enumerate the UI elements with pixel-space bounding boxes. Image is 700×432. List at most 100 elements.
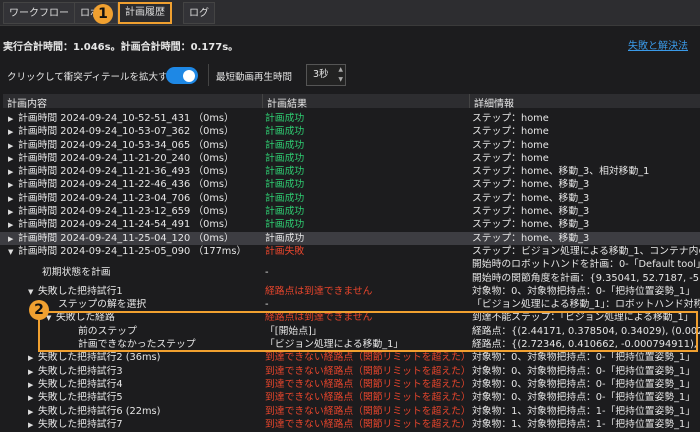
row-label-cell: ▶ 計画時間 2024-09-24_11-25-04_120 （0ms） (8, 232, 234, 246)
table-row[interactable]: ▶ 計画時間 2024-09-24_11-25-04_120 （0ms） 計画成功 ス… (0, 231, 700, 246)
row-label-cell: ▼ 失敗した経路 (46, 311, 115, 325)
tab-plan-history[interactable]: 計画履歴 (118, 2, 172, 24)
min-anim-spinbox[interactable]: 3秒 ▲ ▼ (306, 64, 346, 86)
col-plan-content[interactable]: 計画内容 (7, 95, 47, 110)
row-label-cell: ▶ 計画時間 2024-09-24_11-23-04_706 （0ms） (8, 192, 234, 206)
expand-arrow-icon[interactable]: ▶ (8, 193, 18, 206)
table-row[interactable]: ▶ 計画時間 2024-09-24_10-53-34_065 （0ms） 計画成功 ス… (0, 139, 700, 152)
min-anim-value: 3秒 (313, 69, 329, 80)
table-row[interactable]: ▶ 計画時間 2024-09-24_11-21-36_493 （0ms） 計画成功 ス… (0, 165, 700, 178)
table-row[interactable]: ▶ 計画時間 2024-09-24_11-23-04_706 （0ms） 計画成功 ス… (0, 192, 700, 205)
col-details[interactable]: 詳細情報 (474, 95, 514, 110)
row-detail: 対象物：0、対象物把持点：0-「把持位置姿勢_1」 (472, 352, 696, 364)
table-header: 計画内容 計画結果 詳細情報 (3, 94, 700, 110)
table-row[interactable]: ▶ 失敗した把持試行3 到達できない経路点（関節リミットを超えた） 対象物：0、対象物… (0, 365, 700, 378)
expand-arrow-icon[interactable]: ▶ (8, 153, 18, 166)
row-label-cell: ▶ 失敗した把持試行6 (22ms) (28, 405, 160, 419)
expand-arrow-icon[interactable]: ▶ (28, 419, 38, 432)
expand-arrow-icon[interactable]: ▶ (28, 379, 38, 392)
collapse-arrow-icon[interactable]: ▼ (8, 246, 18, 259)
expand-arrow-icon[interactable]: ▶ (8, 179, 18, 192)
row-label: 計画時間 2024-09-24_11-21-20_240 （0ms） (18, 152, 234, 164)
row-detail: 対象物：1、対象物把持点：1-「把持位置姿勢_1」 (472, 405, 696, 417)
expand-arrow-icon[interactable]: ▶ (8, 140, 18, 153)
expand-arrow-icon[interactable]: ▶ (8, 126, 18, 139)
row-label: 初期状態を計画 (42, 266, 111, 278)
row-detail: 対象物：0、対象物把持点：0-「把持位置姿勢_1」 (472, 285, 696, 297)
row-detail: 「ビジョン処理による移動_1」：ロボットハンド対称性：2 (472, 299, 700, 311)
expand-arrow-icon[interactable]: ▶ (28, 392, 38, 405)
row-label-cell: ▶ 失敗した把持試行4 (28, 378, 123, 392)
table-row[interactable]: 初期状態を計画 - 開始時の関節角度を計画：{9.35041, 52.7187, -… (0, 267, 700, 285)
row-label-cell: ステップの解を選択 (58, 298, 146, 311)
expand-arrow-icon[interactable]: ▶ (8, 206, 18, 219)
table-row[interactable]: ▶ 計画時間 2024-09-24_10-53-07_362 （0ms） 計画成功 ス… (0, 125, 700, 138)
row-label: 計画時間 2024-09-24_11-24-54_491 （0ms） (18, 219, 234, 231)
row-detail: ステップ：home (472, 113, 549, 124)
row-detail: ステップ：home、移動_3、相対移動_1 (472, 166, 650, 178)
up-arrow-icon[interactable]: ▲ (338, 65, 343, 75)
down-arrow-icon[interactable]: ▼ (338, 75, 343, 85)
row-label-cell: ▼ 失敗した把持試行1 (28, 285, 123, 299)
row-label: 計画時間 2024-09-24_11-25-05_090 （177ms） (18, 245, 247, 257)
table-row[interactable]: ▶ 失敗した把持試行2 (36ms) 到達できない経路点（関節リミットを超えた） 対象… (0, 351, 700, 364)
row-label: 失敗した把持試行7 (38, 418, 123, 430)
table-row[interactable]: ▼ 失敗した把持試行1 経路点は到達できません 対象物：0、対象物把持点：0-「把持位… (0, 285, 700, 298)
row-detail: 開始時のロボットハンドを計画：0-「Default tool」 (472, 259, 700, 271)
row-label-cell: ▶ 計画時間 2024-09-24_11-22-46_436 （0ms） (8, 178, 234, 192)
col-plan-result[interactable]: 計画結果 (267, 95, 307, 110)
row-detail: ステップ：home、移動_3 (472, 232, 590, 244)
row-result: 計画成功 (265, 152, 305, 164)
table-row[interactable]: ▶ 計画時間 2024-09-24_11-22-46_436 （0ms） 計画成功 ス… (0, 178, 700, 191)
row-result: - (265, 266, 269, 278)
row-result: - (265, 299, 269, 311)
table-row[interactable]: ▶ 計画時間 2024-09-24_10-52-51_431 （0ms） 計画成功 ス… (0, 112, 700, 125)
table-row[interactable]: ▶ 失敗した把持試行7 到達できない経路点（関節リミットを超えた） 対象物：1、対象物… (0, 418, 700, 431)
table-row[interactable]: ▶ 失敗した把持試行5 到達できない経路点（関節リミットを超えた） 対象物：0、対象物… (0, 391, 700, 404)
row-label: 計画時間 2024-09-24_11-25-04_120 （0ms） (18, 232, 234, 244)
row-label-cell: ▶ 計画時間 2024-09-24_10-53-34_065 （0ms） (8, 139, 234, 153)
row-detail: ステップ：home、移動_3 (472, 192, 590, 204)
row-detail: ステップ：home、移動_3 (472, 206, 590, 218)
expand-arrow-icon[interactable]: ▶ (8, 113, 18, 126)
tab-workflow[interactable]: ワークフロー (3, 2, 75, 24)
row-label: 計画できなかったステップ (78, 339, 196, 351)
table-row[interactable]: ▶ 失敗した把持試行4 到達できない経路点（関節リミットを超えた） 対象物：0、対象物… (0, 378, 700, 391)
expand-arrow-icon[interactable]: ▶ (28, 366, 38, 379)
table-row[interactable]: ▼ 計画時間 2024-09-24_11-25-05_090 （177ms） 計画失… (0, 245, 700, 258)
row-label: 失敗した把持試行4 (38, 378, 123, 390)
failure-solutions-link[interactable]: 失敗と解決法 (628, 37, 688, 52)
table-row[interactable]: ▶ 失敗した把持試行6 (22ms) 到達できない経路点（関節リミットを超えた） 対象… (0, 405, 700, 418)
row-label-cell: ▶ 計画時間 2024-09-24_10-52-51_431 （0ms） (8, 112, 234, 126)
summary-text: 実行合計時間：1.046s。計画合計時間：0.177s。 (3, 42, 239, 53)
row-label-cell: ▶ 計画時間 2024-09-24_11-21-20_240 （0ms） (8, 152, 234, 166)
table-row[interactable]: 計画できなかったステップ 「ビジョン処理による移動_1」 経路点：{(2.72346… (0, 338, 700, 351)
row-label: 失敗した把持試行3 (38, 365, 123, 377)
row-label: 失敗した経路 (56, 312, 115, 324)
table-row[interactable]: ▶ 計画時間 2024-09-24_11-21-20_240 （0ms） 計画成功 ス… (0, 152, 700, 165)
table-row[interactable]: ステップの解を選択 - 「ビジョン処理による移動_1」：ロボットハンド対称性：2 (0, 298, 700, 311)
expand-arrow-icon[interactable]: ▶ (28, 406, 38, 419)
row-result: 計画成功 (265, 166, 305, 178)
min-anim-label: 最短動画再生時間 (216, 72, 293, 83)
table-row[interactable]: 前のステップ 「[開始点]」 経路点：{(2.44171, 0.378504, 0.… (0, 325, 700, 338)
row-result: 計画成功 (265, 192, 305, 204)
table-row[interactable]: ▼ 失敗した経路 経路点は到達できません 到達不能ステップ：「ビジョン処理による移動_… (0, 311, 700, 324)
row-label: 計画時間 2024-09-24_10-53-34_065 （0ms） (18, 139, 234, 151)
expand-arrow-icon[interactable]: ▶ (8, 219, 18, 232)
expand-arrow-icon[interactable]: ▶ (8, 233, 18, 246)
row-label: 失敗した把持試行1 (38, 285, 123, 297)
table-row[interactable]: ▶ 計画時間 2024-09-24_11-23-12_659 （0ms） 計画成功 ス… (0, 205, 700, 218)
row-detail: ステップ：home (472, 126, 549, 138)
collapse-arrow-icon[interactable]: ▼ (28, 286, 38, 299)
row-label-cell: ▼ 計画時間 2024-09-24_11-25-05_090 （177ms） (8, 245, 246, 259)
row-label-cell: ▶ 計画時間 2024-09-24_11-23-12_659 （0ms） (8, 205, 234, 219)
zoom-detail-toggle[interactable] (166, 67, 198, 84)
expand-arrow-icon[interactable]: ▶ (28, 352, 38, 365)
tab-log[interactable]: ログ (183, 2, 215, 24)
table-row[interactable]: ▶ 計画時間 2024-09-24_11-24-54_491 （0ms） 計画成功 ス… (0, 218, 700, 231)
row-label-cell: ▶ 失敗した把持試行2 (36ms) (28, 351, 160, 365)
row-detail: 経路点：{(2.44171, 0.378504, 0.34029), (0.00… (472, 325, 700, 337)
row-detail: 到達不能ステップ：「ビジョン処理による移動_1」 (472, 312, 694, 324)
expand-arrow-icon[interactable]: ▶ (8, 166, 18, 179)
